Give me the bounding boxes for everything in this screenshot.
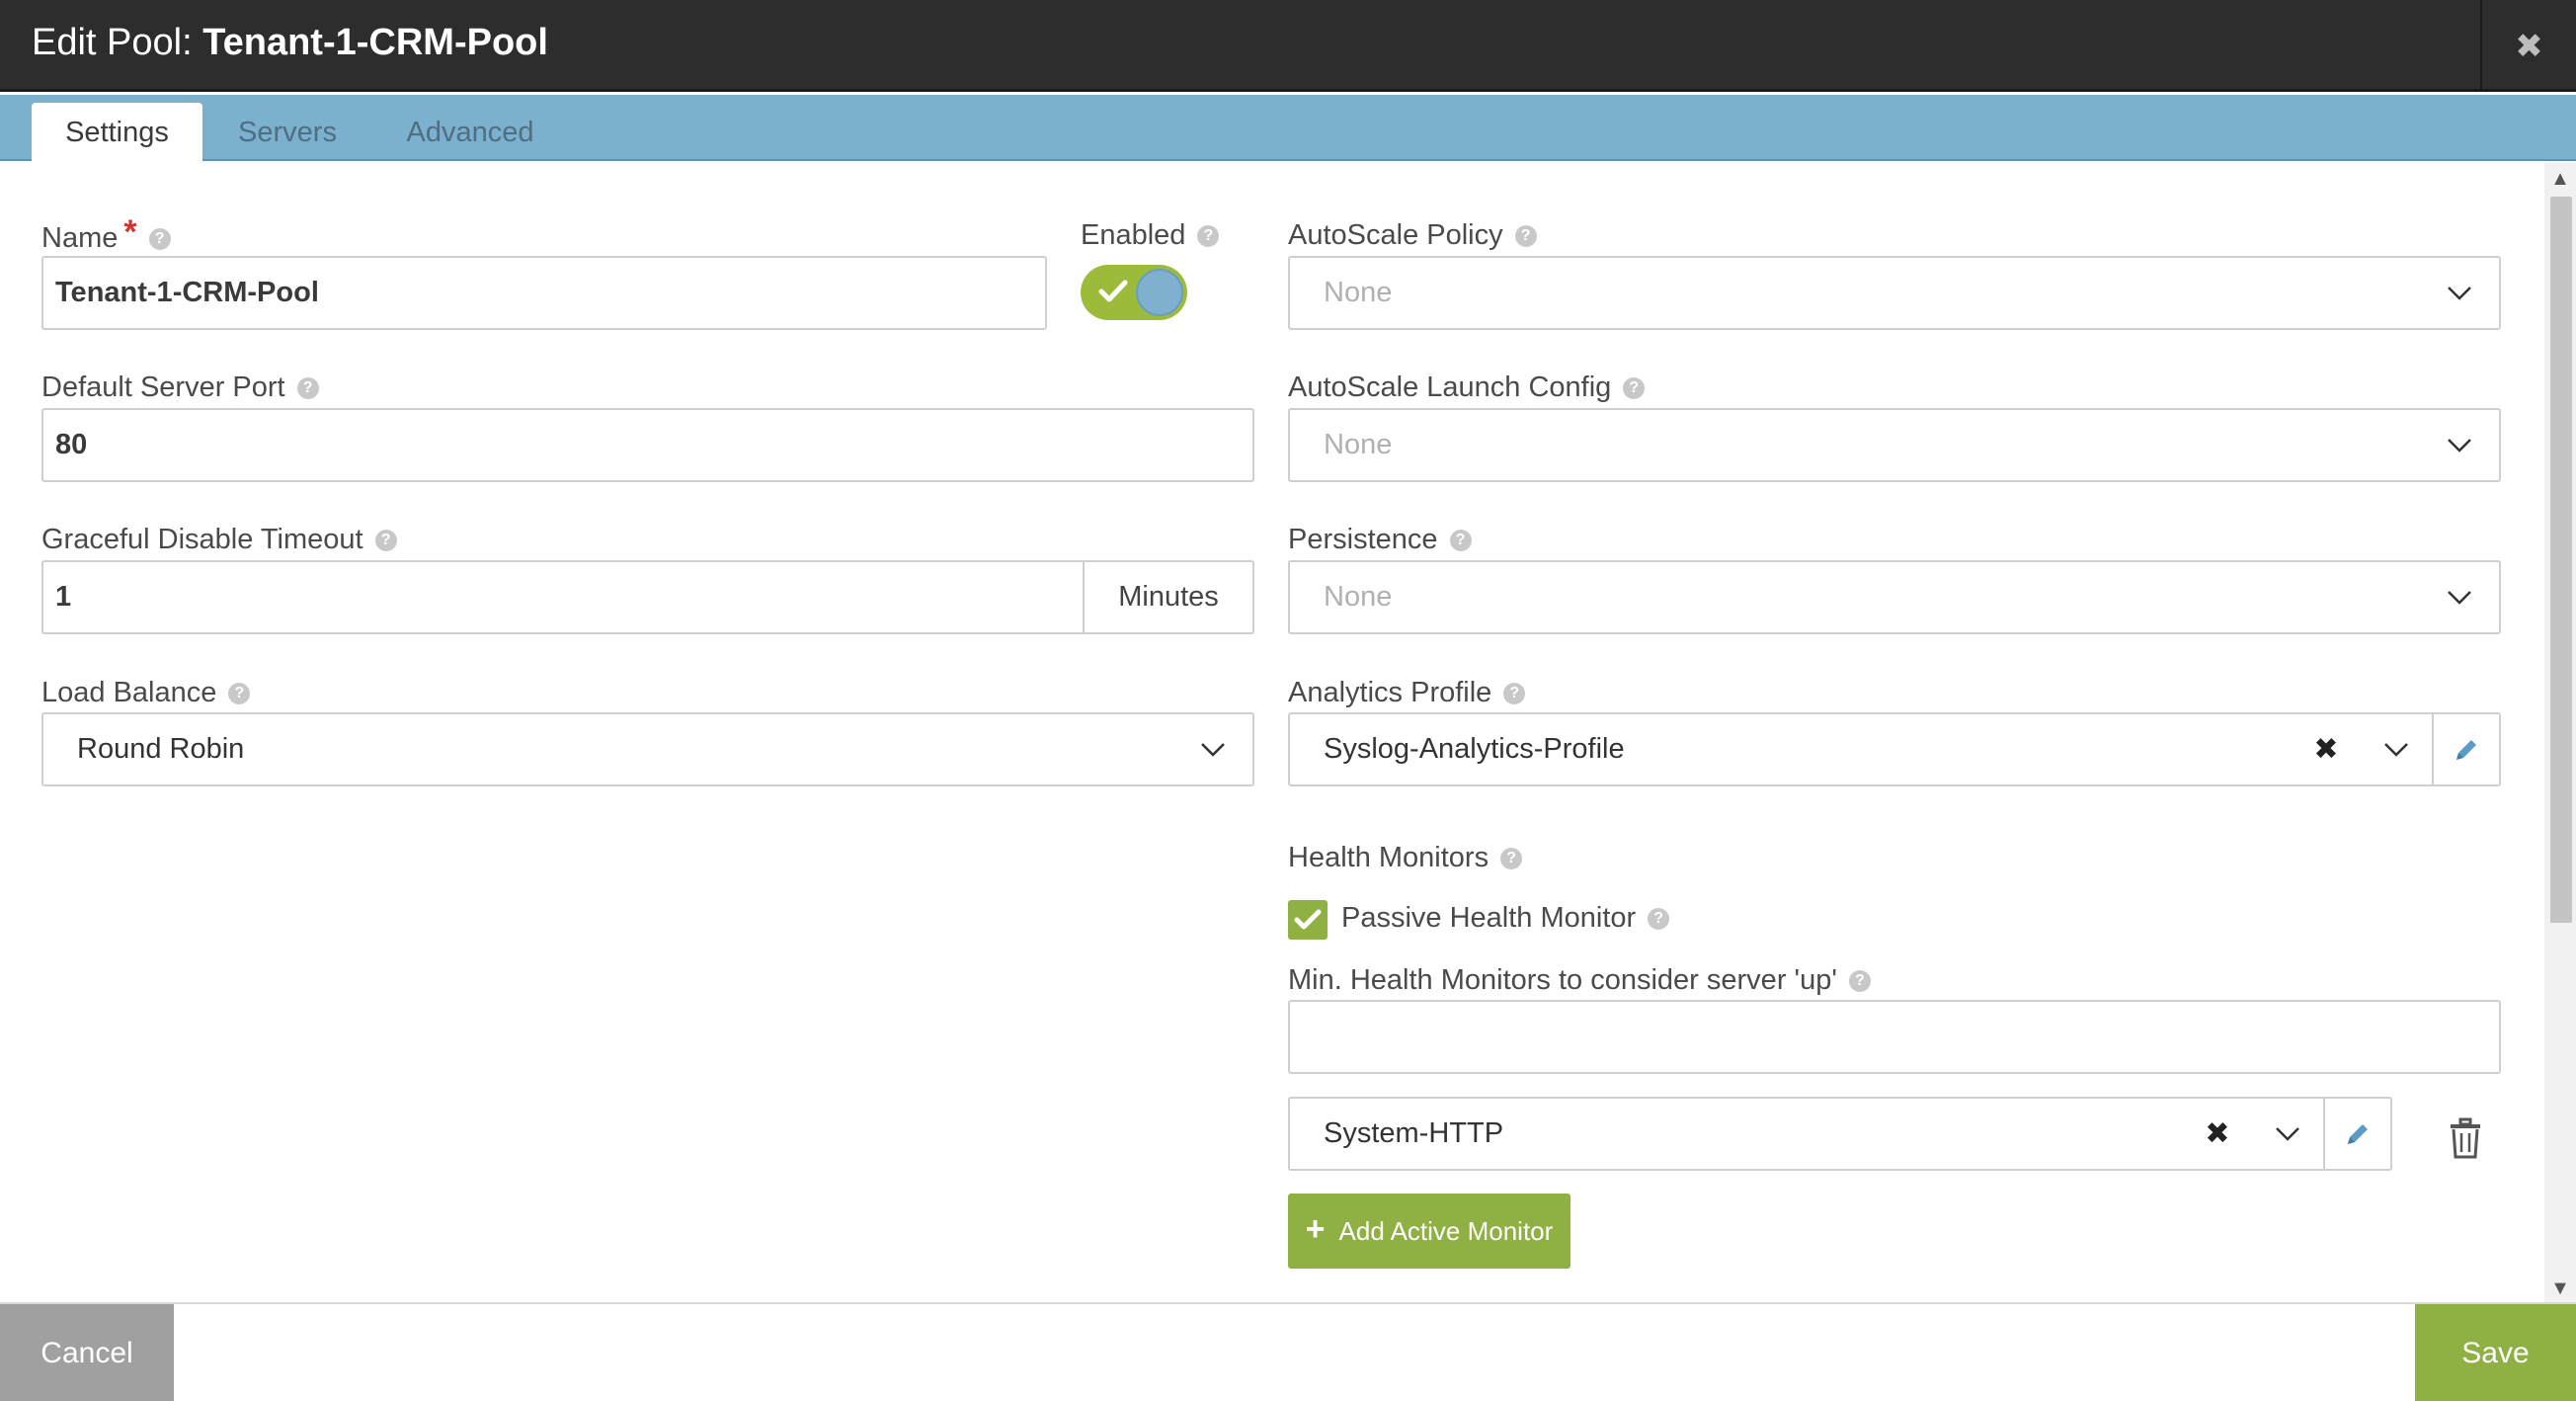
passive-health-label: Passive Health Monitor ? [1341, 902, 1670, 935]
load-balance-select[interactable]: Round Robin [41, 712, 1254, 786]
help-icon[interactable]: ? [374, 529, 397, 551]
help-icon[interactable]: ? [1449, 529, 1472, 551]
chevron-down-icon[interactable] [2442, 562, 2477, 632]
modal-header: Edit Pool: Tenant-1-CRM-Pool ✖ [0, 0, 2576, 92]
help-icon[interactable]: ? [1848, 969, 1871, 992]
persistence-label: Persistence ? [1288, 524, 1472, 556]
tab-advanced[interactable]: Advanced [387, 103, 553, 163]
help-icon[interactable]: ? [1503, 682, 1526, 704]
health-monitors-label: Health Monitors ? [1288, 842, 1523, 874]
scroll-down-icon[interactable]: ▼ [2544, 1275, 2576, 1302]
min-health-label-text: Min. Health Monitors to consider server … [1288, 964, 1837, 996]
clear-icon[interactable]: ✖ [2309, 714, 2343, 784]
tab-bar: Settings Servers Advanced [0, 95, 2576, 163]
name-label-text: Name [41, 222, 119, 254]
chevron-down-icon[interactable] [1195, 714, 1231, 784]
help-icon[interactable]: ? [228, 682, 251, 704]
persistence-select[interactable]: None [1288, 560, 2501, 634]
tab-servers[interactable]: Servers [223, 103, 352, 163]
load-balance-value: Round Robin [77, 733, 245, 765]
autoscale-launch-value: None [1324, 429, 1393, 460]
chevron-down-icon[interactable] [2378, 714, 2414, 784]
analytics-profile-select[interactable]: Syslog-Analytics-Profile ✖ [1288, 712, 2501, 786]
edit-pool-modal: Edit Pool: Tenant-1-CRM-Pool ✖ Settings … [0, 0, 2576, 1401]
autoscale-launch-label: AutoScale Launch Config ? [1288, 371, 1646, 404]
load-balance-label-text: Load Balance [41, 677, 217, 708]
graceful-timeout-input[interactable]: 1 [41, 560, 1085, 634]
enabled-toggle[interactable] [1081, 265, 1187, 320]
add-active-monitor-label: Add Active Monitor [1338, 1215, 1554, 1246]
check-icon [1098, 280, 1128, 302]
help-icon[interactable]: ? [1500, 847, 1523, 869]
modal-footer: Cancel Save [0, 1302, 2576, 1401]
help-icon[interactable]: ? [296, 376, 319, 399]
enabled-label-text: Enabled [1081, 219, 1186, 251]
chevron-down-icon[interactable] [2442, 410, 2477, 480]
edit-pencil-icon[interactable] [2432, 714, 2499, 784]
name-input[interactable]: Tenant-1-CRM-Pool [41, 256, 1047, 330]
default-port-input[interactable]: 80 [41, 408, 1254, 482]
active-monitor-select[interactable]: System-HTTP ✖ [1288, 1097, 2392, 1171]
active-monitor-value: System-HTTP [1324, 1117, 1504, 1149]
vertical-scrollbar[interactable]: ▲ ▼ [2544, 163, 2576, 1304]
toggle-knob [1136, 269, 1183, 316]
min-health-label: Min. Health Monitors to consider server … [1288, 964, 1871, 997]
help-icon[interactable]: ? [1623, 376, 1646, 399]
edit-pencil-icon[interactable] [2323, 1099, 2390, 1169]
graceful-timeout-label-text: Graceful Disable Timeout [41, 524, 363, 555]
tab-settings[interactable]: Settings [32, 103, 202, 163]
chevron-down-icon[interactable] [2442, 258, 2477, 328]
default-port-label: Default Server Port ? [41, 371, 319, 404]
title-prefix: Edit Pool: [32, 22, 203, 63]
cancel-button[interactable]: Cancel [0, 1304, 174, 1401]
add-active-monitor-button[interactable]: + Add Active Monitor [1288, 1194, 1570, 1269]
min-health-input[interactable] [1288, 1000, 2501, 1074]
close-button[interactable]: ✖ [2480, 0, 2576, 92]
check-icon [1294, 909, 1322, 930]
analytics-profile-label: Analytics Profile ? [1288, 677, 1526, 709]
required-asterisk: * [123, 213, 137, 251]
help-icon[interactable]: ? [1514, 224, 1537, 247]
health-monitors-label-text: Health Monitors [1288, 842, 1489, 873]
minutes-unit: Minutes [1083, 560, 1254, 634]
modal-title: Edit Pool: Tenant-1-CRM-Pool [32, 22, 548, 64]
trash-icon[interactable] [2444, 1113, 2487, 1163]
autoscale-policy-label-text: AutoScale Policy [1288, 219, 1503, 251]
help-icon[interactable]: ? [1648, 907, 1670, 930]
plus-icon: + [1305, 1209, 1326, 1248]
autoscale-policy-label: AutoScale Policy ? [1288, 219, 1537, 252]
help-icon[interactable]: ? [1197, 224, 1220, 247]
enabled-label: Enabled ? [1081, 219, 1220, 252]
scroll-thumb[interactable] [2550, 197, 2572, 923]
scroll-up-icon[interactable]: ▲ [2544, 165, 2576, 193]
persistence-value: None [1324, 581, 1393, 613]
help-icon[interactable]: ? [148, 227, 171, 250]
load-balance-label: Load Balance ? [41, 677, 251, 709]
analytics-profile-label-text: Analytics Profile [1288, 677, 1492, 708]
clear-icon[interactable]: ✖ [2201, 1099, 2234, 1169]
autoscale-policy-value: None [1324, 277, 1393, 308]
close-icon[interactable]: ✖ [2515, 27, 2543, 66]
persistence-label-text: Persistence [1288, 524, 1438, 555]
autoscale-launch-select[interactable]: None [1288, 408, 2501, 482]
default-port-label-text: Default Server Port [41, 371, 285, 403]
analytics-profile-value: Syslog-Analytics-Profile [1324, 733, 1625, 765]
passive-health-checkbox[interactable] [1288, 900, 1328, 940]
graceful-timeout-label: Graceful Disable Timeout ? [41, 524, 397, 556]
autoscale-launch-label-text: AutoScale Launch Config [1288, 371, 1612, 403]
passive-health-label-text: Passive Health Monitor [1341, 902, 1637, 934]
autoscale-policy-select[interactable]: None [1288, 256, 2501, 330]
save-button[interactable]: Save [2415, 1304, 2576, 1401]
chevron-down-icon[interactable] [2270, 1099, 2305, 1169]
name-label: Name * ? [41, 213, 171, 258]
title-pool-name: Tenant-1-CRM-Pool [202, 22, 548, 63]
